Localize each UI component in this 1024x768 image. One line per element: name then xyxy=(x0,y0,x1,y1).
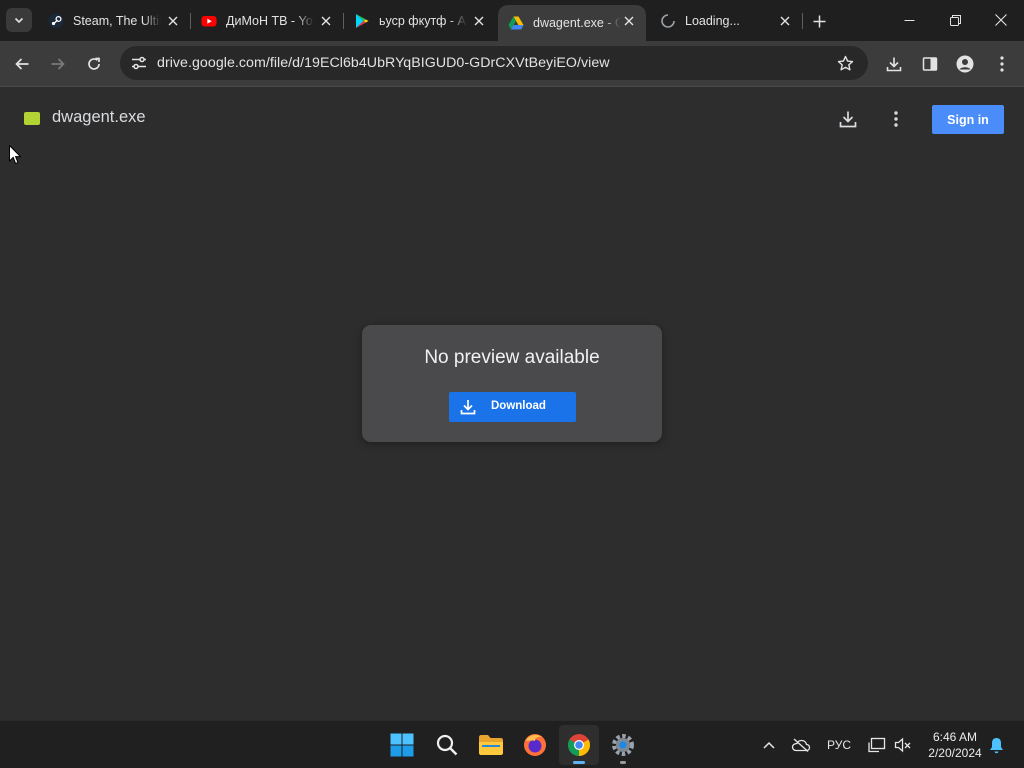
download-file-button[interactable] xyxy=(836,107,860,131)
bell-icon xyxy=(989,737,1003,753)
network-icon xyxy=(868,737,886,753)
profile-button[interactable] xyxy=(952,51,978,77)
chevron-down-icon xyxy=(14,17,24,24)
downloads-button[interactable] xyxy=(881,51,907,77)
sign-in-button[interactable]: Sign in xyxy=(932,105,1004,134)
file-explorer-button[interactable] xyxy=(471,725,511,765)
minimize-button[interactable] xyxy=(886,0,932,40)
search-icon xyxy=(436,734,458,756)
windows-taskbar: РУС 6:46 AM 2/20/2024 xyxy=(0,720,1024,768)
site-info-icon[interactable] xyxy=(130,54,148,72)
bookmark-star-icon[interactable] xyxy=(836,54,854,72)
tab-google-play[interactable]: ьуср фкутф - Apps on Google Play xyxy=(344,5,496,37)
input-language-button[interactable]: РУС xyxy=(823,733,855,757)
google-drive-icon xyxy=(508,15,524,31)
close-icon[interactable] xyxy=(778,14,792,28)
reload-button[interactable] xyxy=(81,51,107,77)
tab-search-button[interactable] xyxy=(6,8,32,32)
more-actions-button[interactable] xyxy=(884,107,908,131)
browser-menu-button[interactable] xyxy=(989,51,1015,77)
firefox-button[interactable] xyxy=(515,725,555,765)
plus-icon xyxy=(813,15,825,27)
side-panel-icon xyxy=(922,57,938,71)
volume-button[interactable] xyxy=(892,733,914,757)
download-icon xyxy=(886,57,902,72)
gear-icon xyxy=(612,734,634,756)
running-app-indicator xyxy=(620,761,626,764)
executable-file-icon xyxy=(24,112,40,125)
back-button[interactable] xyxy=(9,51,35,77)
minimize-icon xyxy=(904,19,914,21)
tab-title: ДиМоН ТВ - YouTube xyxy=(226,14,314,28)
chrome-button[interactable] xyxy=(559,725,599,765)
tab-separator xyxy=(802,13,803,29)
tab-title: Steam, The Ultimate Online Game Platform xyxy=(73,14,161,28)
restore-button[interactable] xyxy=(932,0,978,40)
more-vert-icon xyxy=(1000,56,1004,72)
no-preview-message: No preview available xyxy=(424,347,600,368)
side-panel-button[interactable] xyxy=(917,51,943,77)
tab-title: Loading... xyxy=(685,14,740,28)
download-button-label: Download xyxy=(491,400,546,412)
download-icon xyxy=(839,111,857,128)
firefox-icon xyxy=(524,734,546,756)
windows-logo-icon xyxy=(390,733,414,757)
google-play-icon xyxy=(354,13,370,29)
system-clock[interactable]: 6:46 AM 2/20/2024 xyxy=(918,729,992,761)
tab-strip: Steam, The Ultimate Online Game Platform… xyxy=(0,0,1024,41)
active-app-indicator xyxy=(573,761,585,764)
cloud-offline-icon xyxy=(791,738,811,752)
youtube-icon xyxy=(201,13,217,29)
close-icon[interactable] xyxy=(166,14,180,28)
drive-preview-page: dwagent.exe Sign in No preview available… xyxy=(0,87,1024,720)
new-tab-button[interactable] xyxy=(809,11,829,31)
tab-steam[interactable]: Steam, The Ultimate Online Game Platform xyxy=(38,5,190,37)
loading-spinner-icon xyxy=(660,13,676,29)
clock-date: 2/20/2024 xyxy=(928,746,982,760)
close-icon[interactable] xyxy=(472,14,486,28)
download-button[interactable]: Download xyxy=(449,392,576,422)
onedrive-button[interactable] xyxy=(790,733,812,757)
no-preview-card: No preview available Download xyxy=(362,325,662,442)
reload-icon xyxy=(88,57,100,70)
close-window-button[interactable] xyxy=(978,0,1024,40)
browser-toolbar: drive.google.com/file/d/19ECl6b4UbRYqBIG… xyxy=(0,41,1024,86)
close-icon[interactable] xyxy=(319,14,333,28)
file-name: dwagent.exe xyxy=(52,108,146,126)
chevron-up-icon xyxy=(763,741,775,749)
tab-google-drive[interactable]: dwagent.exe - Google Drive xyxy=(498,5,646,41)
volume-muted-icon xyxy=(894,737,911,753)
more-vert-icon xyxy=(894,111,898,127)
arrow-right-icon xyxy=(51,58,65,70)
tab-loading[interactable]: Loading... xyxy=(650,5,802,37)
start-button[interactable] xyxy=(382,725,422,765)
mouse-cursor-icon xyxy=(9,145,21,165)
tab-title: ьуср фкутф - Apps on Google Play xyxy=(379,14,467,28)
profile-icon xyxy=(956,55,974,73)
close-icon[interactable] xyxy=(622,14,636,28)
forward-button[interactable] xyxy=(45,51,71,77)
show-hidden-icons-button[interactable] xyxy=(760,733,778,757)
restore-icon xyxy=(949,14,961,26)
notifications-button[interactable] xyxy=(986,733,1006,757)
url-text[interactable]: drive.google.com/file/d/19ECl6b4UbRYqBIG… xyxy=(157,55,610,71)
search-button[interactable] xyxy=(427,725,467,765)
network-button[interactable] xyxy=(866,733,888,757)
address-bar[interactable]: drive.google.com/file/d/19ECl6b4UbRYqBIG… xyxy=(120,46,868,80)
tab-youtube[interactable]: ДиМоН ТВ - YouTube xyxy=(191,5,343,37)
clock-time: 6:46 AM xyxy=(932,730,978,744)
steam-icon xyxy=(48,13,64,29)
tab-title: dwagent.exe - Google Drive xyxy=(533,16,621,30)
settings-button[interactable] xyxy=(603,725,643,765)
chrome-icon xyxy=(568,734,590,756)
folder-icon xyxy=(479,735,503,755)
arrow-left-icon xyxy=(15,58,29,70)
close-icon xyxy=(995,14,1007,26)
download-icon xyxy=(460,399,476,415)
